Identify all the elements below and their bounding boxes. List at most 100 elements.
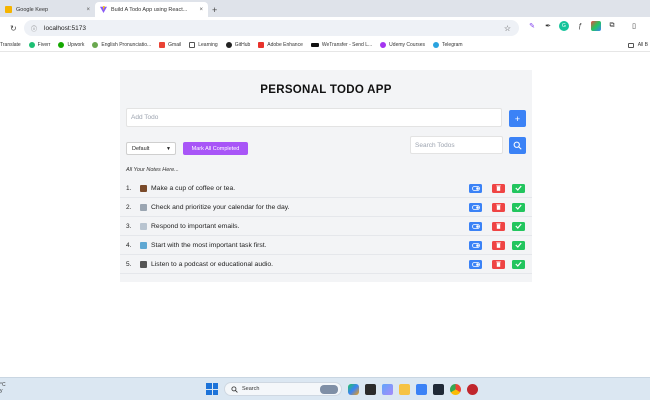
grammarly-extension-icon[interactable]: G <box>559 21 569 31</box>
bookmark-udemy[interactable]: Udemy Courses <box>380 42 425 48</box>
omnibox[interactable]: ⓘ localhost:5173 ☆ <box>24 20 519 36</box>
check-icon <box>515 261 522 267</box>
wetransfer-icon <box>310 43 319 47</box>
telegram-icon <box>433 42 440 48</box>
search-highlight-image <box>320 385 338 394</box>
toggle-edit-button[interactable] <box>469 202 482 212</box>
toggle-edit-button[interactable] <box>469 259 482 269</box>
file-explorer-icon[interactable] <box>399 383 410 395</box>
terminal-icon[interactable] <box>433 383 444 395</box>
copilot-icon[interactable] <box>348 383 359 395</box>
todo-text: Start with the most important task first… <box>151 241 267 249</box>
bookmark-learning[interactable]: Learning <box>189 42 218 48</box>
weather-widget[interactable]: °C y <box>0 382 6 394</box>
new-tab-button[interactable]: + <box>212 2 217 17</box>
todo-row: 4. Start with the most important task fir… <box>120 236 532 255</box>
all-bookmarks[interactable]: All B <box>627 42 648 48</box>
check-icon <box>515 204 522 210</box>
todo-number: 1. <box>126 184 132 192</box>
windows-taskbar: °C y Search <box>0 377 650 400</box>
url-text[interactable]: localhost:5173 <box>44 25 86 32</box>
add-todo-button[interactable]: + <box>509 110 526 127</box>
delete-button[interactable] <box>492 240 505 250</box>
filter-selected-value: Default <box>132 145 150 152</box>
tab-todo-app[interactable]: Build A Todo App using React... × <box>95 2 208 17</box>
reload-icon[interactable]: ↻ <box>10 24 17 33</box>
bookmark-fiverr[interactable]: Fiverr <box>28 42 50 48</box>
site-info-icon[interactable]: ⓘ <box>31 24 37 33</box>
bookmark-upwork[interactable]: Upwork <box>58 42 84 48</box>
photos-icon[interactable] <box>382 383 393 395</box>
search-button[interactable] <box>509 137 526 154</box>
todo-row: 5. Listen to a podcast or educational aud… <box>120 255 532 274</box>
pen-extension-icon[interactable]: ✎ <box>527 21 537 31</box>
search-input[interactable]: Search Todos <box>410 136 503 154</box>
tab-label: Google Keep <box>16 6 49 13</box>
task-view-icon[interactable] <box>365 383 376 395</box>
bookmarks-bar: Translate Fiverr Upwork English Pronunci… <box>0 39 650 52</box>
bookmark-telegram[interactable]: Telegram <box>433 42 463 48</box>
mark-all-completed-button[interactable]: Mark All Completed <box>183 142 248 155</box>
check-icon <box>515 185 522 191</box>
address-bar-row: ↻ ⓘ localhost:5173 ☆ ✎ ✒ G ƒ ⧉ ▯ <box>0 17 650 39</box>
todo-number: 3. <box>126 222 132 230</box>
adobe-icon <box>258 42 265 48</box>
delete-button[interactable] <box>492 259 505 269</box>
close-tab-icon[interactable]: × <box>199 7 203 13</box>
upwork-icon <box>58 42 65 48</box>
todo-number: 2. <box>126 203 132 211</box>
app-icon[interactable] <box>467 383 478 395</box>
delete-button[interactable] <box>492 221 505 231</box>
toggle-edit-button[interactable] <box>469 240 482 250</box>
trash-icon <box>496 242 501 248</box>
tab-label: Build A Todo App using React... <box>111 6 188 13</box>
todo-app-card: PERSONAL TODO APP Add Todo + Default ▼ M… <box>120 70 532 282</box>
delete-button[interactable] <box>492 183 505 193</box>
tab-google-keep[interactable]: Google Keep × <box>0 2 95 17</box>
windows-start-icon[interactable] <box>206 383 218 395</box>
side-panel-icon[interactable]: ▯ <box>629 21 639 31</box>
toggle-icon <box>471 204 480 210</box>
bookmark-github[interactable]: GitHub <box>225 42 250 48</box>
headphones-icon <box>140 260 147 268</box>
bookmark-adobe[interactable]: Adobe Enhance <box>258 42 303 48</box>
filter-select[interactable]: Default ▼ <box>126 142 176 155</box>
check-icon <box>515 223 522 229</box>
bookmark-english[interactable]: English Pronunciatio... <box>92 42 151 48</box>
toggle-icon <box>471 223 480 229</box>
font-extension-icon[interactable]: ƒ <box>575 21 585 31</box>
todo-text: Make a cup of coffee or tea. <box>151 184 236 192</box>
store-icon[interactable] <box>416 383 427 395</box>
complete-button[interactable] <box>512 202 525 212</box>
taskbar-search[interactable]: Search <box>224 382 342 396</box>
vite-icon <box>100 6 107 13</box>
clipboard-icon <box>140 241 147 249</box>
toggle-edit-button[interactable] <box>469 221 482 231</box>
search-icon <box>231 385 238 393</box>
puzzle-extensions-icon[interactable]: ⧉ <box>607 21 617 31</box>
complete-button[interactable] <box>512 240 525 250</box>
trash-icon <box>496 204 501 210</box>
gmail-icon <box>159 42 166 48</box>
bookmark-gmail[interactable]: Gmail <box>159 42 181 48</box>
complete-button[interactable] <box>512 259 525 269</box>
colorful-extension-icon[interactable] <box>591 21 601 31</box>
trash-icon <box>496 261 501 267</box>
complete-button[interactable] <box>512 183 525 193</box>
keep-icon <box>5 6 12 13</box>
bookmark-star-icon[interactable]: ☆ <box>504 24 511 33</box>
eyedropper-extension-icon[interactable]: ✒ <box>543 21 553 31</box>
delete-button[interactable] <box>492 202 505 212</box>
check-icon <box>515 242 522 248</box>
toggle-icon <box>471 242 480 248</box>
bookmark-wetransfer[interactable]: WeTransfer - Send L... <box>310 42 372 48</box>
complete-button[interactable] <box>512 221 525 231</box>
email-icon <box>140 222 147 230</box>
todo-row: 3. Respond to important emails. <box>120 217 532 236</box>
chrome-icon[interactable] <box>450 383 461 395</box>
close-tab-icon[interactable]: × <box>86 7 90 13</box>
bookmark-translate[interactable]: Translate <box>0 42 21 48</box>
add-todo-input[interactable]: Add Todo <box>126 108 502 127</box>
toggle-edit-button[interactable] <box>469 183 482 193</box>
globe-icon <box>92 42 99 48</box>
